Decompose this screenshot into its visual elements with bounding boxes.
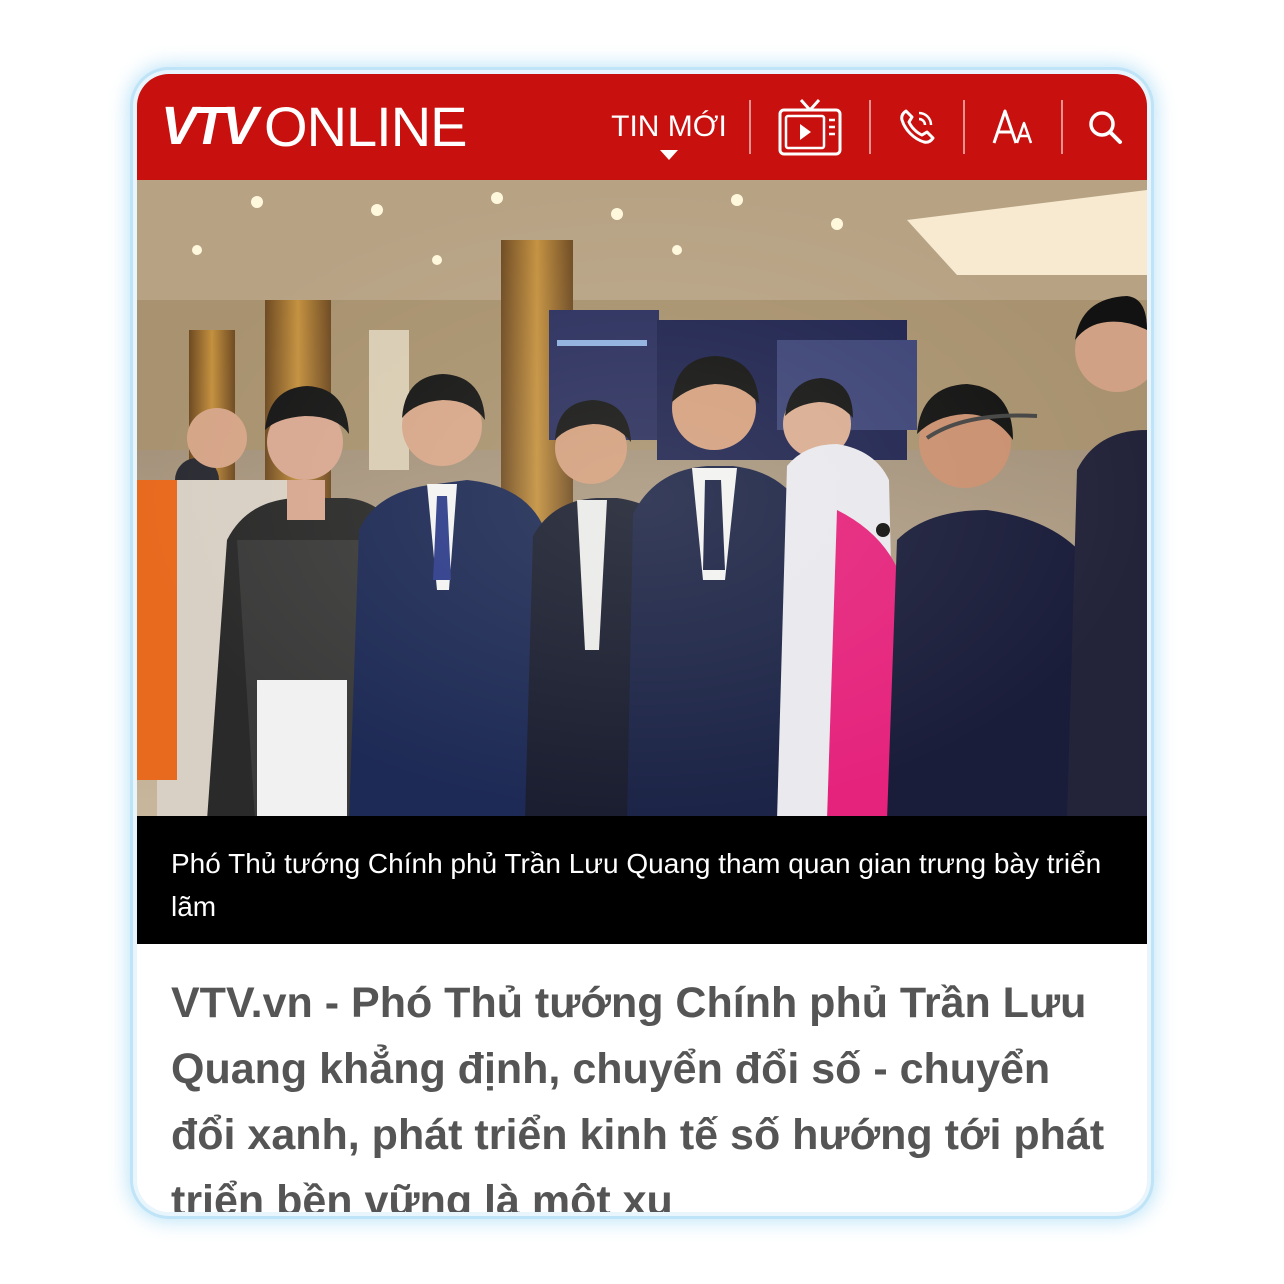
screen: VTV ONLINE TIN MỚI Phó Thủ tướng Chính p… [137, 74, 1147, 1212]
article-lead: VTV.vn - Phó Thủ tướng Chính phủ Trần Lư… [171, 979, 1105, 1212]
font-size-button[interactable] [965, 74, 1061, 180]
logo-vtv: VTV [161, 96, 258, 156]
font-size-icon [992, 109, 1033, 144]
site-header: VTV ONLINE TIN MỚI [137, 74, 1147, 180]
logo-online: ONLINE [264, 94, 467, 158]
chevron-down-icon [660, 150, 678, 160]
search-button[interactable] [1063, 74, 1147, 180]
tin-moi-label: TIN MỚI [611, 110, 727, 143]
vtv-online-logo[interactable]: VTV ONLINE [161, 94, 468, 158]
header-nav: TIN MỚI [589, 74, 1147, 180]
phone-screen-frame: VTV ONLINE TIN MỚI Phó Thủ tướng Chính p… [133, 70, 1151, 1216]
photo-caption: Phó Thủ tướng Chính phủ Trần Lưu Quang t… [137, 816, 1147, 944]
phone-icon [900, 109, 935, 144]
article-photo[interactable] [137, 180, 1147, 816]
hotline-button[interactable] [871, 74, 963, 180]
photo-caption-text: Phó Thủ tướng Chính phủ Trần Lưu Quang t… [171, 848, 1102, 922]
tv-button[interactable] [751, 74, 869, 180]
tv-icon [778, 98, 842, 156]
event-photo-illustration [137, 180, 1147, 816]
tin-moi-menu[interactable]: TIN MỚI [589, 74, 749, 180]
search-icon [1089, 111, 1122, 144]
